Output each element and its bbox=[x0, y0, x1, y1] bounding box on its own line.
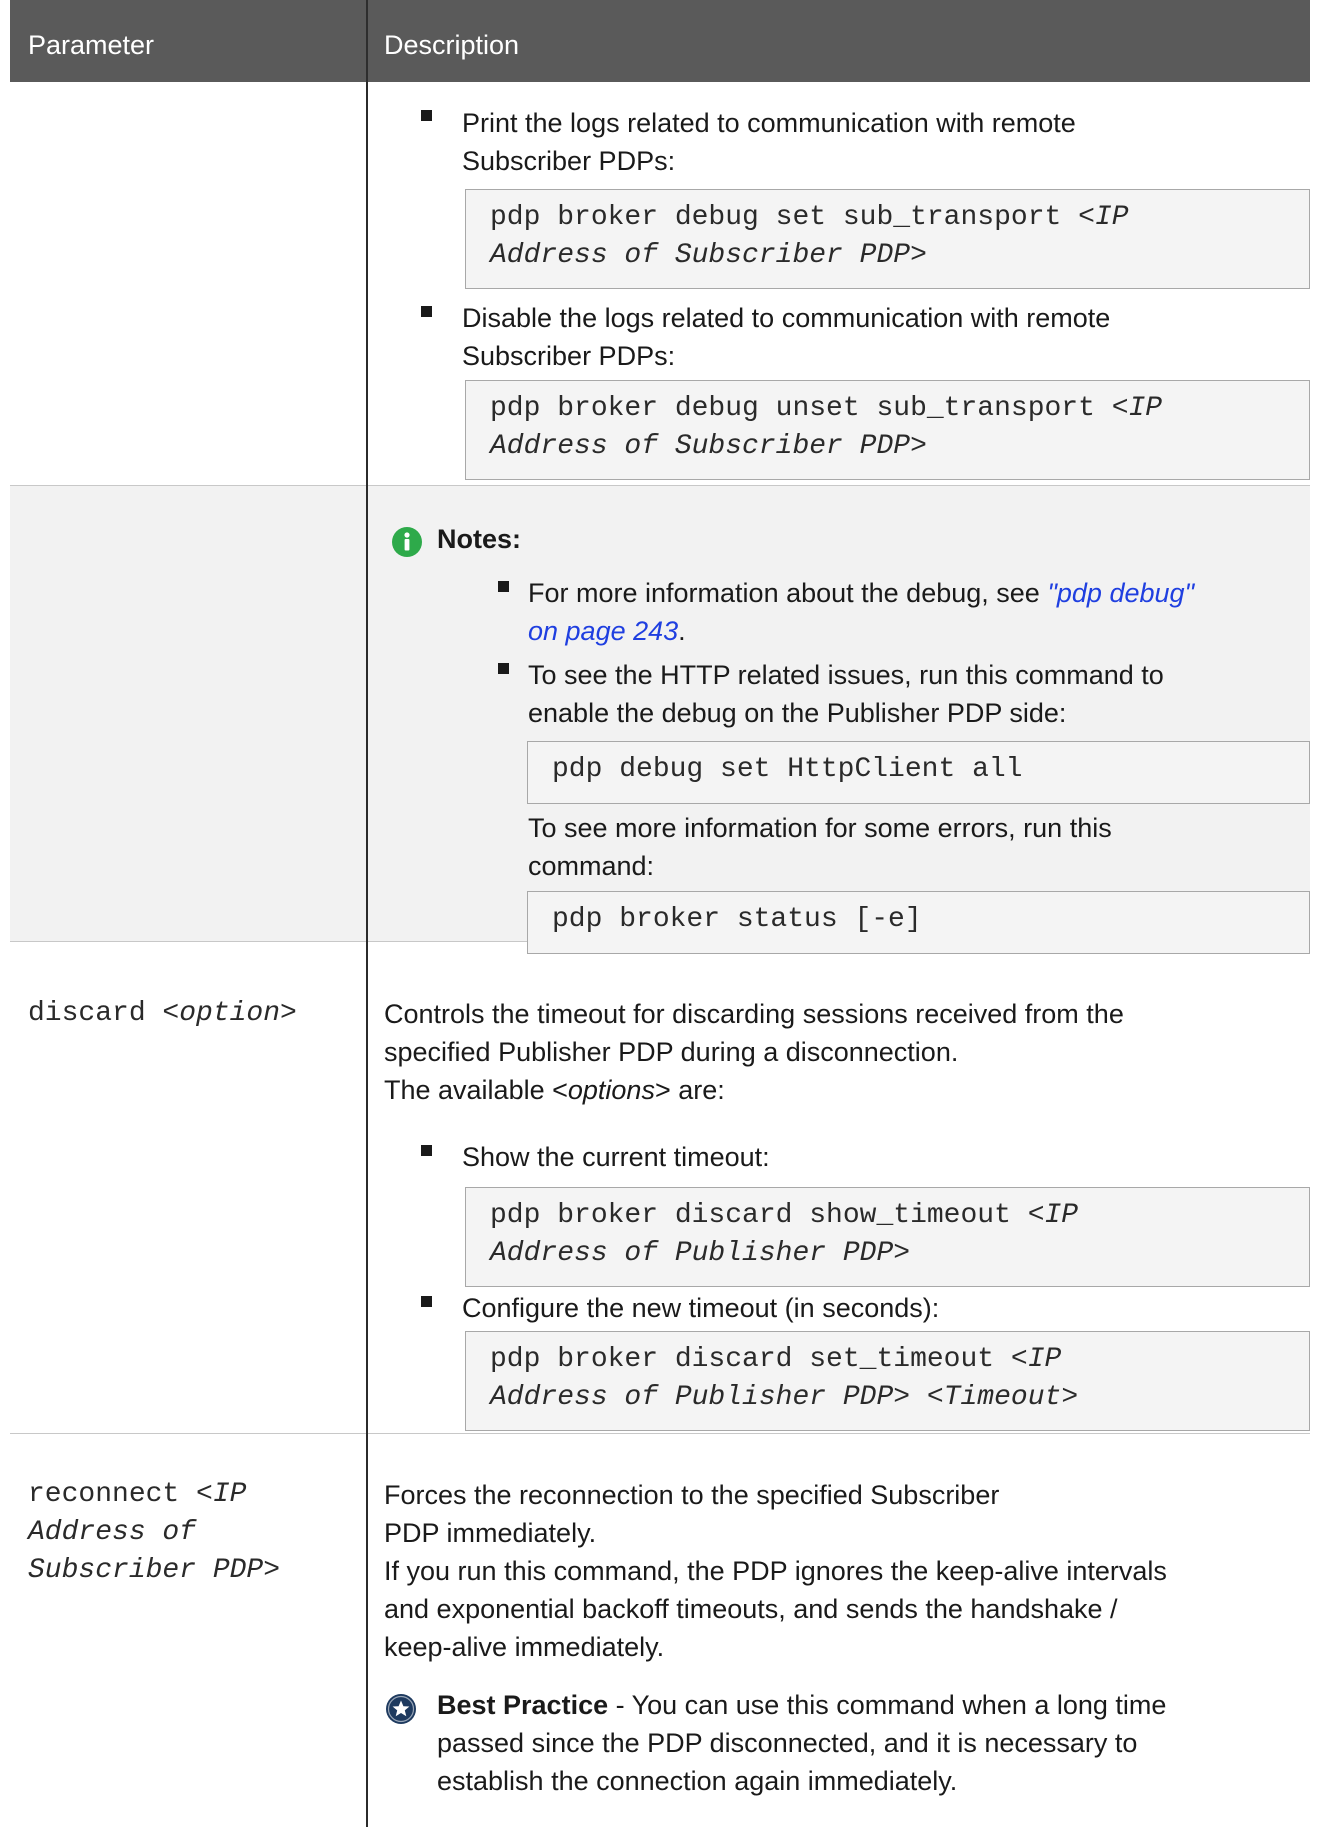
description-text: keep-alive immediately. bbox=[384, 1632, 665, 1662]
description-text: and exponential backoff timeouts, and se… bbox=[384, 1594, 1118, 1624]
code-block: pdp broker debug set sub_transport <IP A… bbox=[465, 189, 1310, 289]
code-command: pdp broker debug unset sub_transport bbox=[490, 393, 1112, 424]
header-description: Description bbox=[384, 30, 520, 60]
row-separator bbox=[10, 1433, 1310, 1434]
description-prefix: The available < bbox=[384, 1075, 568, 1105]
note-text: For more information about the debug, se… bbox=[528, 574, 1194, 612]
parameter-command: discard bbox=[28, 998, 163, 1029]
code-block: pdp broker discard set_timeout <IP Addre… bbox=[465, 1331, 1310, 1431]
description-text: specified Publisher PDP during a disconn… bbox=[384, 1037, 959, 1067]
header-parameter: Parameter bbox=[28, 30, 155, 60]
parameter-argument: <IP bbox=[196, 1479, 247, 1510]
code-argument: > bbox=[1061, 1382, 1079, 1413]
note-text: To see the HTTP related issues, run this… bbox=[528, 660, 1164, 690]
description-text: The available <options> are: bbox=[384, 1071, 725, 1109]
code-command: pdp broker debug set sub_transport bbox=[490, 202, 1079, 233]
notes-title: Notes: bbox=[437, 524, 522, 554]
pdp-debug-link[interactable]: "pdp debug" bbox=[1047, 578, 1194, 608]
bullet-text: Configure the new timeout (in seconds): bbox=[462, 1293, 940, 1323]
row-separator bbox=[10, 485, 1310, 486]
parameter-argument: <option> bbox=[162, 998, 297, 1029]
description-text: PDP immediately. bbox=[384, 1518, 597, 1548]
description-text: Forces the reconnection to the specified… bbox=[384, 1480, 1000, 1510]
info-icon bbox=[392, 527, 422, 557]
bullet-text: Print the logs related to communication … bbox=[462, 108, 1076, 138]
bullet-text: Disable the logs related to communicatio… bbox=[462, 303, 1111, 333]
code-argument: > < bbox=[893, 1382, 944, 1413]
header-divider bbox=[366, 0, 368, 82]
best-practice-title: Best Practice bbox=[437, 1690, 609, 1720]
code-block: pdp broker status [-e] bbox=[527, 891, 1310, 954]
code-argument: <IP bbox=[1027, 1200, 1079, 1231]
code-command: pdp broker status [-e] bbox=[552, 904, 922, 935]
code-command: pdp broker discard set_timeout bbox=[490, 1344, 1011, 1375]
best-practice-line: - You can use this command when a long t… bbox=[608, 1690, 1167, 1720]
bullet-text: Show the current timeout: bbox=[462, 1142, 770, 1172]
code-block: pdp broker debug unset sub_transport <IP… bbox=[465, 380, 1310, 480]
code-command: pdp debug set HttpClient all bbox=[552, 754, 1023, 785]
code-argument: Timeout bbox=[943, 1382, 1062, 1413]
column-divider bbox=[366, 82, 368, 1827]
bullet-marker bbox=[421, 110, 432, 121]
code-argument: <IP bbox=[1111, 393, 1163, 424]
code-argument: Address of Subscriber PDP bbox=[490, 240, 911, 271]
description-suffix: > are: bbox=[654, 1075, 725, 1105]
note-text: on page 243. bbox=[528, 612, 686, 650]
parameter-name: Subscriber PDP> bbox=[28, 1552, 280, 1590]
bullet-marker bbox=[498, 581, 509, 592]
bullet-marker bbox=[421, 306, 432, 317]
note-text: enable the debug on the Publisher PDP si… bbox=[528, 698, 1067, 728]
page-reference-link[interactable]: on page 243 bbox=[528, 616, 678, 646]
parameter-argument: Address of bbox=[28, 1517, 197, 1548]
description-text: Controls the timeout for discarding sess… bbox=[384, 999, 1124, 1029]
code-argument: > bbox=[893, 1238, 911, 1269]
note-text: To see more information for some errors,… bbox=[528, 813, 1112, 843]
code-block: pdp broker discard show_timeout <IP Addr… bbox=[465, 1187, 1310, 1287]
description-text: If you run this command, the PDP ignores… bbox=[384, 1556, 1167, 1586]
parameter-argument: > bbox=[263, 1555, 281, 1586]
description-option: options bbox=[567, 1075, 655, 1105]
parameter-name: reconnect <IP bbox=[28, 1476, 246, 1514]
parameter-table: Parameter Description Print the logs rel… bbox=[10, 0, 1310, 1827]
code-argument: > bbox=[910, 240, 927, 271]
table-header: Parameter Description bbox=[10, 0, 1310, 82]
bullet-text: Subscriber PDPs: bbox=[462, 146, 676, 176]
bullet-text: Subscriber PDPs: bbox=[462, 341, 676, 371]
note-text-prefix: For more information about the debug, se… bbox=[528, 578, 1048, 608]
code-argument: > bbox=[910, 431, 927, 462]
bullet-marker bbox=[421, 1296, 432, 1307]
note-text-suffix: . bbox=[678, 616, 686, 646]
code-argument: Address of Subscriber PDP bbox=[490, 431, 911, 462]
code-command: pdp broker discard show_timeout bbox=[490, 1200, 1028, 1231]
code-argument: Address of Publisher PDP bbox=[490, 1238, 894, 1269]
star-icon bbox=[386, 1694, 416, 1724]
note-text: command: bbox=[528, 851, 655, 881]
best-practice-text: Best Practice - You can use this command… bbox=[437, 1686, 1166, 1724]
code-argument: <IP bbox=[1010, 1344, 1062, 1375]
code-argument: Address of Publisher PDP bbox=[490, 1382, 894, 1413]
parameter-argument: Subscriber PDP bbox=[28, 1555, 264, 1586]
parameter-name: discard <option> bbox=[28, 995, 297, 1033]
parameter-command: reconnect bbox=[28, 1479, 197, 1510]
code-argument: <IP bbox=[1078, 202, 1129, 233]
code-block: pdp debug set HttpClient all bbox=[527, 741, 1310, 804]
bullet-marker bbox=[498, 663, 509, 674]
bullet-marker bbox=[421, 1145, 432, 1156]
best-practice-line: establish the connection again immediate… bbox=[437, 1766, 958, 1796]
best-practice-line: passed since the PDP disconnected, and i… bbox=[437, 1728, 1138, 1758]
